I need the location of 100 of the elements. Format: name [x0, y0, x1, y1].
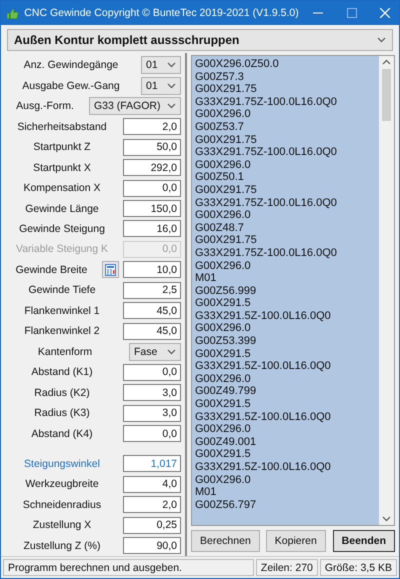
code-line: G33X291.75Z-100.0L16.0Q0 — [195, 96, 338, 108]
code-line: G00X296.0 — [195, 474, 252, 486]
number-input[interactable]: 45,0 — [123, 322, 181, 340]
close-icon[interactable] — [380, 8, 390, 18]
code-line: G00X296.0 — [195, 108, 252, 121]
field-label: Zustellung X — [32, 519, 92, 532]
dropdown[interactable]: 01 — [141, 56, 181, 74]
number-input[interactable]: 10,0 — [123, 261, 181, 278]
chevron-down-icon — [377, 37, 386, 43]
code-line: G00X296.0 — [195, 260, 252, 272]
number-input[interactable]: 2,0 — [123, 118, 181, 136]
field-label: Startpunkt X — [32, 162, 92, 174]
code-line: G00X291.75 — [195, 184, 258, 197]
code-line: G00Z56.797 — [195, 498, 258, 512]
code-line: G00X296.0 — [195, 423, 252, 436]
code-line: G00X291.75 — [195, 83, 258, 96]
code-line: G00X296.0Z50.0 — [195, 58, 280, 71]
number-input[interactable]: 16,0 — [123, 220, 181, 238]
action-button[interactable]: Beenden — [332, 530, 395, 552]
number-input[interactable]: 2,5 — [123, 282, 181, 299]
field-label: Kantenform — [36, 346, 94, 358]
field-label: Gewinde Länge — [24, 202, 100, 215]
number-input[interactable]: 50,0 — [123, 138, 181, 156]
dropdown[interactable]: G33 (FAGOR) — [89, 97, 181, 116]
field-label: Zustellung Z (%) — [22, 540, 102, 552]
number-input[interactable]: 150,0 — [123, 200, 181, 218]
code-line: G00X296.0 — [195, 209, 252, 222]
field-label: Gewinde Tiefe — [27, 284, 97, 296]
field-label: Werkzeugbreite — [24, 478, 100, 490]
chevron-down-icon — [167, 82, 176, 89]
field-label: Sicherheitsabstand — [16, 120, 108, 133]
number-input[interactable]: 0,0 — [123, 364, 181, 381]
number-input[interactable]: 292,0 — [123, 159, 181, 176]
field-label: Abstand (K4) — [30, 428, 94, 440]
code-line: G00X291.75 — [195, 134, 258, 146]
code-line: G00Z53.7 — [195, 120, 245, 134]
chevron-down-icon[interactable] — [382, 516, 391, 522]
number-input[interactable]: 4,0 — [123, 476, 181, 493]
code-line: G00X291.5 — [195, 398, 252, 411]
number-input[interactable]: 3,0 — [123, 384, 181, 402]
line-count: Zeilen: 270 — [256, 559, 318, 576]
code-line: G33X291.75Z-100.0L16.0Q0 — [195, 146, 338, 159]
code-line: G33X291.5Z-100.0L16.0Q0 — [195, 461, 332, 474]
field-label: Ausgabe Gew.-Gang — [21, 80, 121, 92]
field-label: Kompensation X — [22, 182, 102, 194]
calculator-icon[interactable] — [102, 261, 119, 278]
code-line: G00Z49.001 — [195, 436, 258, 448]
field-label: Radius (K3) — [33, 407, 91, 420]
number-input[interactable]: 0,25 — [123, 516, 181, 534]
number-input[interactable]: 0,0 — [123, 180, 181, 197]
code-line: G00X296.0 — [195, 158, 252, 172]
code-line: G00X291.5 — [195, 348, 252, 360]
code-line: G33X291.75Z-100.0L16.0Q0 — [195, 196, 338, 210]
code-line: G00Z56.999 — [195, 284, 258, 298]
code-line: G00Z48.7 — [195, 222, 245, 234]
number-input[interactable]: 90,0 — [123, 537, 181, 554]
scrollbar[interactable] — [379, 56, 394, 525]
field-label: Anz. Gewindegänge — [22, 59, 120, 72]
number-input[interactable]: 2,0 — [123, 496, 181, 514]
code-line: G00Z50.1 — [195, 171, 245, 184]
number-input[interactable]: 0,0 — [123, 425, 181, 442]
code-line: G33X291.5Z-100.0L16.0Q0 — [195, 360, 332, 373]
mode-dropdown[interactable]: Außen Kontur komplett aussschruppen — [7, 29, 393, 51]
action-button[interactable]: Kopieren — [266, 530, 326, 552]
code-line: G00X296.0 — [195, 322, 252, 336]
code-line: G00Z57.3 — [195, 70, 245, 84]
code-line: G00X291.5 — [195, 297, 252, 310]
number-input[interactable]: 45,0 — [123, 302, 181, 320]
window-title: CNC Gewinde Copyright © BunteTec 2019-2021 (V1.9.5.0) — [24, 7, 299, 19]
code-line: M01 — [195, 272, 218, 285]
field-label: Ausg.-Form. — [15, 100, 75, 112]
chevron-down-icon — [167, 62, 176, 68]
code-line: G00X296.0 — [195, 372, 252, 386]
code-line: G00Z53.399 — [195, 335, 258, 348]
code-line: G33X291.5Z-100.0L16.0Q0 — [195, 310, 332, 322]
number-input[interactable]: 3,0 — [123, 404, 181, 422]
number-input[interactable]: 1,017 — [123, 455, 181, 472]
code-line: G00X291.75 — [195, 234, 258, 247]
status-message: Programm berechnen und ausgeben. — [3, 559, 254, 576]
field-label: Schneidenradius — [22, 498, 102, 511]
code-line: G00Z49.799 — [195, 385, 258, 398]
code-line: G33X291.5Z-100.0L16.0Q0 — [195, 410, 332, 424]
chevron-down-icon — [167, 348, 176, 355]
field-label: Variable Steigung K — [14, 243, 110, 256]
field-label: Flankenwinkel 2 — [23, 325, 101, 338]
field-label: Flankenwinkel 1 — [23, 304, 101, 317]
chevron-up-icon[interactable] — [382, 59, 391, 65]
dropdown[interactable]: Fase — [129, 342, 181, 361]
file-size: Größe: 3,5 KB — [320, 559, 397, 576]
chevron-down-icon — [167, 103, 176, 110]
thumbs-up-icon — [7, 6, 18, 20]
field-label: Steigungswinkel — [23, 458, 101, 470]
scrollbar-thumb[interactable] — [382, 69, 391, 121]
field-label: Startpunkt Z — [32, 141, 92, 154]
field-label: Gewinde Steigung — [18, 222, 106, 235]
code-line: G00X291.5 — [195, 448, 252, 461]
code-line: G33X291.75Z-100.0L16.0Q0 — [195, 246, 338, 260]
field-label: Radius (K2) — [33, 386, 91, 399]
action-button[interactable]: Berechnen — [191, 530, 260, 552]
dropdown[interactable]: 01 — [141, 76, 181, 95]
